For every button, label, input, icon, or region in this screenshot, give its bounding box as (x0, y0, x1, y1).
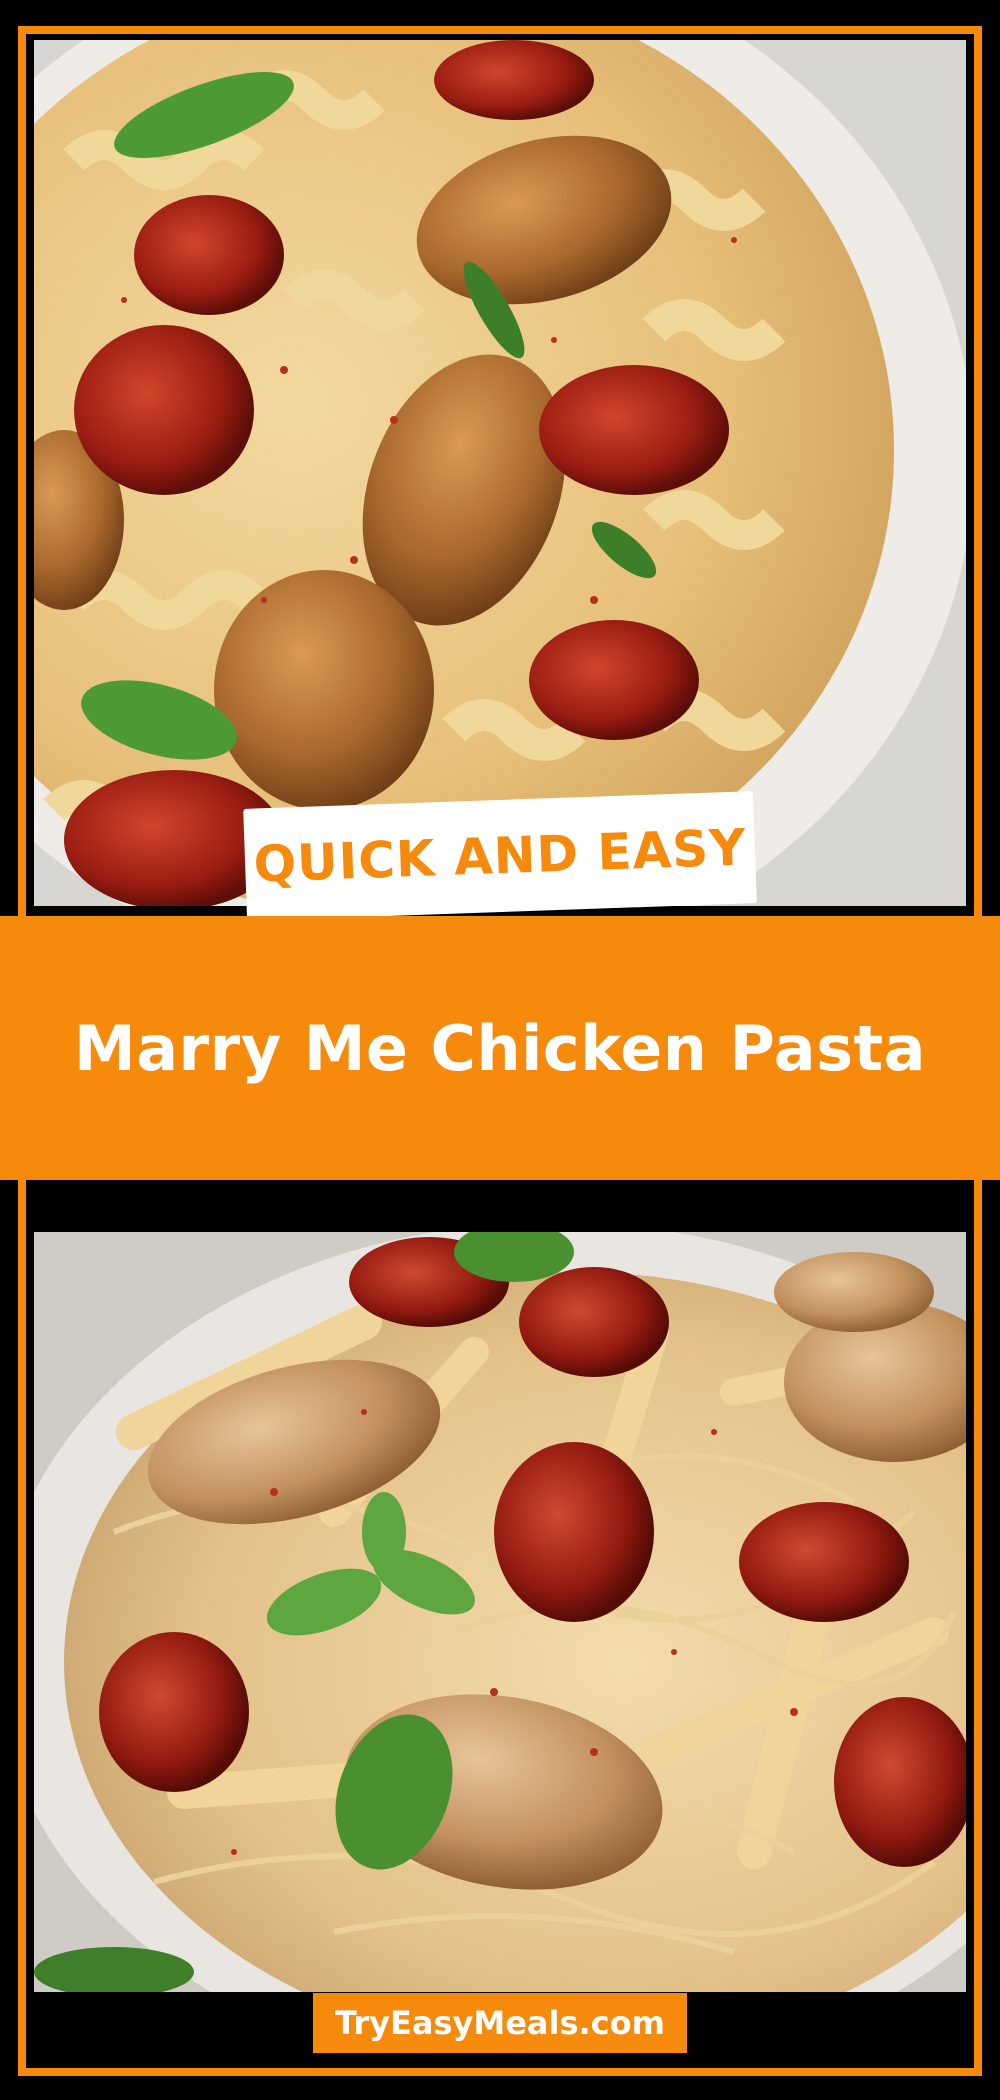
top-food-photo (34, 40, 966, 906)
rotini-chicken-plate-image (34, 40, 966, 906)
title-banner: Marry Me Chicken Pasta (0, 916, 1000, 1180)
website-label: TryEasyMeals.com (313, 1993, 687, 2053)
badge-text: QUICK AND EASY (252, 818, 748, 894)
bottom-food-photo (34, 1232, 966, 1992)
penne-chicken-bowl-image (34, 1232, 966, 1992)
quick-and-easy-badge: QUICK AND EASY (243, 791, 757, 921)
recipe-title: Marry Me Chicken Pasta (74, 1011, 926, 1085)
website-text: TryEasyMeals.com (335, 2004, 665, 2042)
